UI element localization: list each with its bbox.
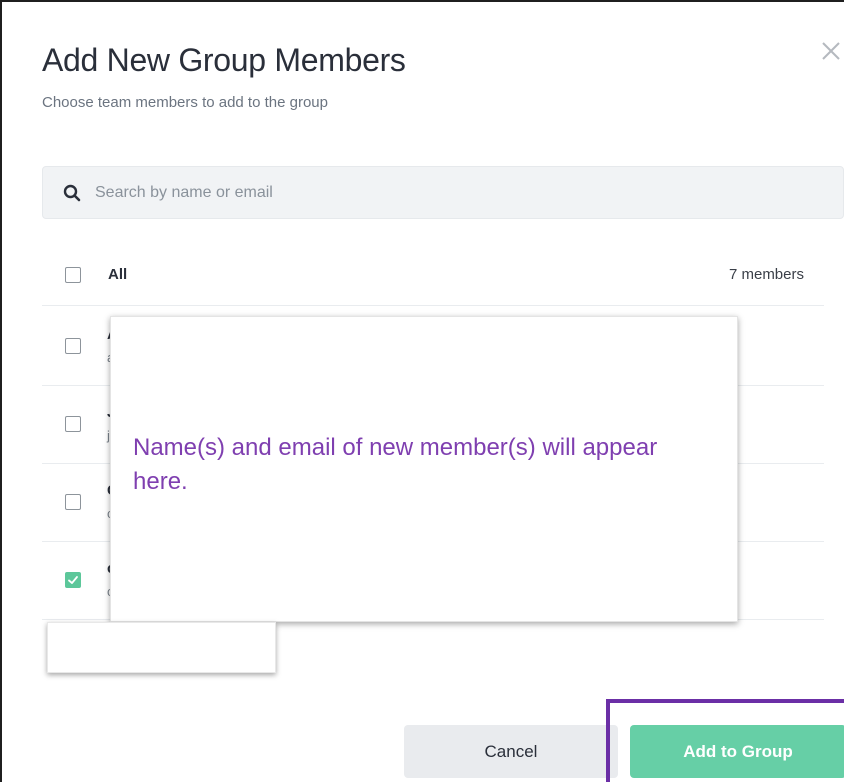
annotation-overlay: Name(s) and email of new member(s) will … [110,316,738,622]
member-checkbox[interactable] [65,338,81,354]
close-icon[interactable] [820,40,844,66]
add-to-group-button[interactable]: Add to Group [630,725,844,778]
dropdown-popup [47,622,276,673]
close-icon-graphic [822,42,840,60]
member-checkbox[interactable] [65,494,81,510]
annotation-message: Name(s) and email of new member(s) will … [133,434,658,495]
select-all-row[interactable]: All 7 members [42,244,824,306]
dialog-title: Add New Group Members [42,42,406,78]
search-icon [63,184,81,202]
select-all-label: All [108,266,128,283]
dialog-subtitle: Choose team members to add to the group [42,94,328,111]
add-group-members-dialog: Add New Group Members Choose team member… [0,0,844,782]
search-input[interactable] [95,183,695,202]
member-checkbox[interactable] [65,416,81,432]
cancel-button[interactable]: Cancel [404,725,618,778]
checkmark-icon [68,576,78,584]
member-count: 7 members [728,266,804,283]
select-all-checkbox[interactable] [65,266,81,283]
member-checkbox-checked[interactable] [65,572,81,588]
search-bar[interactable] [42,166,844,219]
